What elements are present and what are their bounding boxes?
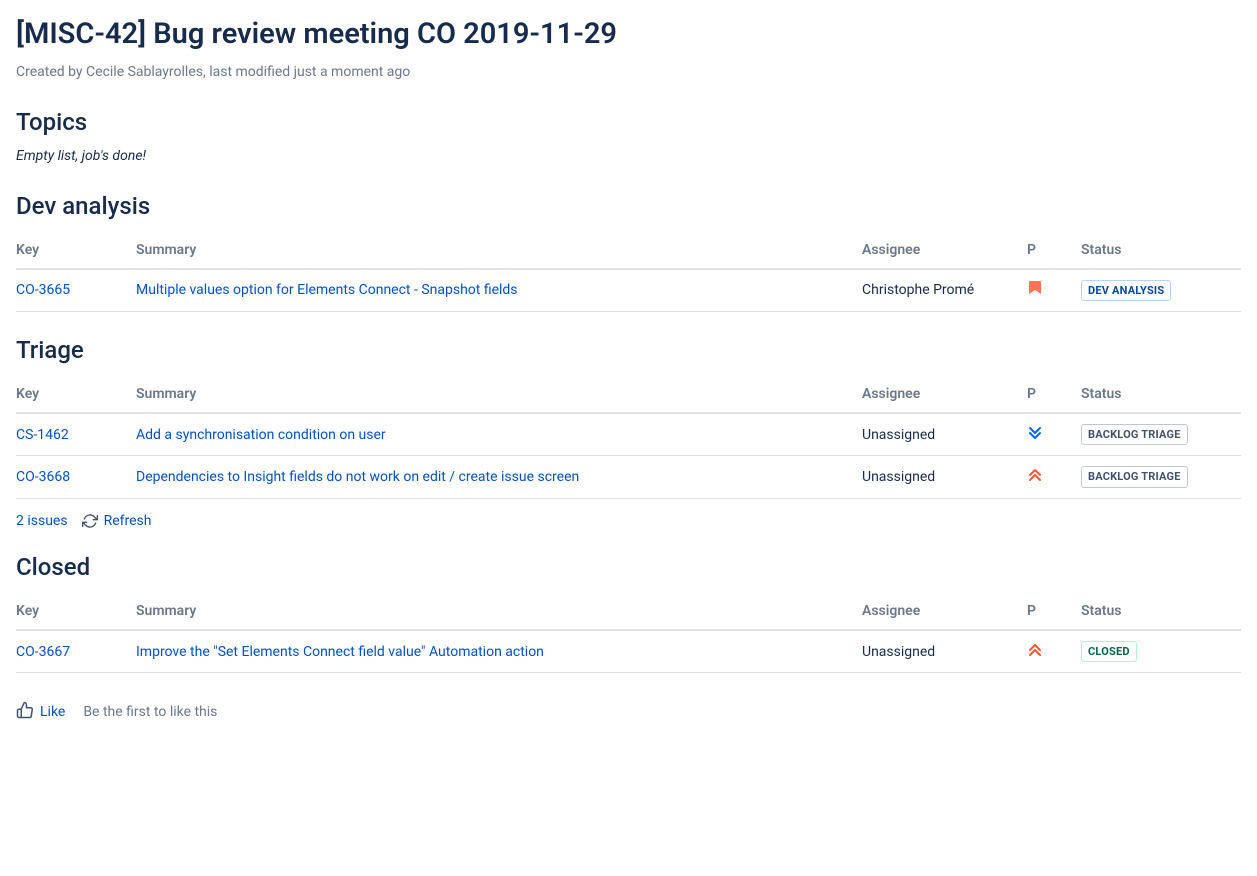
table-row: CS-1462 Add a synchronisation condition o… [16,413,1241,456]
col-summary-header: Summary [136,376,862,413]
assignee-cell: Christophe Promé [862,269,1027,312]
issue-summary-link[interactable]: Multiple values option for Elements Conn… [136,282,518,298]
status-cell: CLOSED [1081,630,1241,673]
col-key-header: Key [16,232,136,269]
status-cell: DEV ANALYSIS [1081,269,1241,312]
priority-highest-icon [1027,467,1043,483]
col-priority-header: P [1027,593,1081,630]
col-key-header: Key [16,376,136,413]
col-assignee-header: Assignee [862,376,1027,413]
closed-tbody: CO-3667 Improve the "Set Elements Connect… [16,630,1241,673]
priority-high-icon [1027,280,1043,296]
col-status-header: Status [1081,232,1241,269]
assignee-cell: Unassigned [862,413,1027,456]
status-badge: DEV ANALYSIS [1081,280,1171,301]
issue-count-link[interactable]: 2 issues [16,513,68,529]
meta-created-prefix: Created by [16,64,86,80]
thumbs-up-icon [16,701,34,723]
closed-table: Key Summary Assignee P Status CO-3667 Imp… [16,593,1241,673]
triage-table: Key Summary Assignee P Status CS-1462 Add… [16,376,1241,499]
table-header-row: Key Summary Assignee P Status [16,593,1241,630]
issue-summary-link[interactable]: Dependencies to Insight fields do not wo… [136,469,579,485]
assignee-cell: Unassigned [862,456,1027,498]
col-priority-header: P [1027,376,1081,413]
priority-highest-icon [1027,642,1043,658]
col-summary-header: Summary [136,232,862,269]
author-link[interactable]: Cecile Sablayrolles [86,64,203,80]
like-label: Like [40,704,65,720]
like-prompt: Be the first to like this [83,704,217,720]
status-badge: BACKLOG TRIAGE [1081,466,1188,487]
issue-summary-link[interactable]: Improve the "Set Elements Connect field … [136,644,544,660]
table-header-row: Key Summary Assignee P Status [16,232,1241,269]
dev-analysis-heading: Dev analysis [16,192,1241,220]
col-assignee-header: Assignee [862,232,1027,269]
col-summary-header: Summary [136,593,862,630]
triage-tbody: CS-1462 Add a synchronisation condition o… [16,413,1241,498]
page-title: [MISC-42] Bug review meeting CO 2019-11-… [16,16,1241,54]
priority-cell [1027,456,1081,498]
like-bar: Like Be the first to like this [16,701,1241,723]
issue-summary-link[interactable]: Add a synchronisation condition on user [136,427,386,443]
priority-cell [1027,269,1081,312]
refresh-icon [82,513,98,529]
topics-heading: Topics [16,108,1241,136]
col-assignee-header: Assignee [862,593,1027,630]
triage-heading: Triage [16,336,1241,364]
issue-key-link[interactable]: CO-3668 [16,469,70,485]
col-priority-header: P [1027,232,1081,269]
table-row: CO-3667 Improve the "Set Elements Connect… [16,630,1241,673]
table-row: CO-3665 Multiple values option for Elemen… [16,269,1241,312]
dev-analysis-table: Key Summary Assignee P Status CO-3665 Mul… [16,232,1241,312]
dev-analysis-tbody: CO-3665 Multiple values option for Elemen… [16,269,1241,312]
issue-key-link[interactable]: CO-3667 [16,644,70,660]
issue-key-link[interactable]: CO-3665 [16,282,70,298]
table-header-row: Key Summary Assignee P Status [16,376,1241,413]
status-badge: BACKLOG TRIAGE [1081,424,1188,445]
triage-footer: 2 issues Refresh [16,513,1241,529]
refresh-label: Refresh [104,513,152,529]
col-key-header: Key [16,593,136,630]
status-cell: BACKLOG TRIAGE [1081,413,1241,456]
priority-cell [1027,413,1081,456]
closed-heading: Closed [16,553,1241,581]
status-badge: CLOSED [1081,641,1137,662]
col-status-header: Status [1081,376,1241,413]
priority-low-icon [1027,425,1043,441]
meta-mid: , last modified [203,64,294,80]
refresh-button[interactable]: Refresh [82,513,152,529]
modified-link[interactable]: just a moment ago [294,64,411,80]
table-row: CO-3668 Dependencies to Insight fields do… [16,456,1241,498]
priority-cell [1027,630,1081,673]
page-metadata: Created by Cecile Sablayrolles, last mod… [16,64,1241,80]
issue-key-link[interactable]: CS-1462 [16,427,69,443]
topics-text: Empty list, job's done! [16,148,1241,164]
status-cell: BACKLOG TRIAGE [1081,456,1241,498]
col-status-header: Status [1081,593,1241,630]
assignee-cell: Unassigned [862,630,1027,673]
like-button[interactable]: Like [16,701,65,723]
